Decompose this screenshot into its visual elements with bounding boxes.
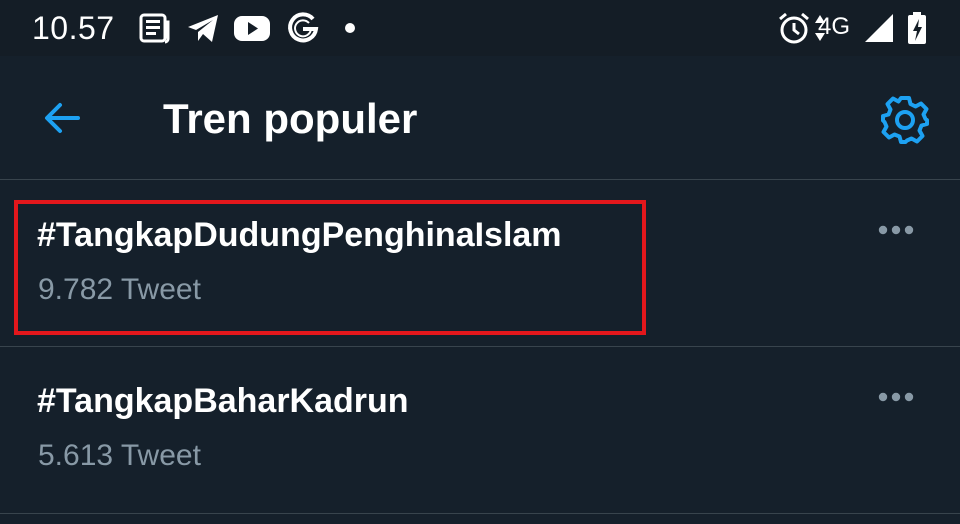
- trend-hashtag: #TangkapBaharKadrun: [37, 382, 409, 420]
- news-icon: [139, 13, 170, 44]
- page-title: Tren populer: [163, 95, 418, 142]
- top-app-bar: Tren populer: [0, 56, 960, 180]
- more-options-button[interactable]: [874, 218, 918, 242]
- back-button[interactable]: [36, 94, 88, 142]
- telegram-icon: [188, 15, 218, 42]
- network-type: 4G: [818, 13, 851, 40]
- google-icon: [288, 12, 319, 43]
- more-horizontal-icon: [878, 225, 914, 235]
- status-time: 10.57: [32, 10, 115, 46]
- trend-tweet-count: 9.782 Tweet: [38, 273, 201, 306]
- trend-item[interactable]: #TangkapDudungPenghinaIslam 9.782 Tweet: [0, 180, 960, 347]
- trend-tweet-count: 5.613 Tweet: [38, 439, 201, 472]
- signal-icon: [865, 14, 893, 42]
- status-bar: 10.57 4G: [0, 0, 960, 56]
- more-options-button[interactable]: [874, 385, 918, 409]
- settings-button[interactable]: [879, 94, 931, 146]
- youtube-icon: [234, 16, 270, 41]
- battery-icon: [908, 12, 926, 44]
- alarm-icon: [779, 12, 809, 44]
- trend-hashtag: #TangkapDudungPenghinaIslam: [37, 216, 562, 254]
- arrow-left-icon: [45, 103, 80, 133]
- gear-icon: [881, 96, 929, 144]
- more-horizontal-icon: [878, 392, 914, 402]
- trend-item[interactable]: #TangkapBaharKadrun 5.613 Tweet: [0, 347, 960, 514]
- notification-dot-icon: [345, 23, 355, 33]
- trends-screen: 10.57 4G Tren populer #TangkapDudungPeng…: [0, 0, 960, 524]
